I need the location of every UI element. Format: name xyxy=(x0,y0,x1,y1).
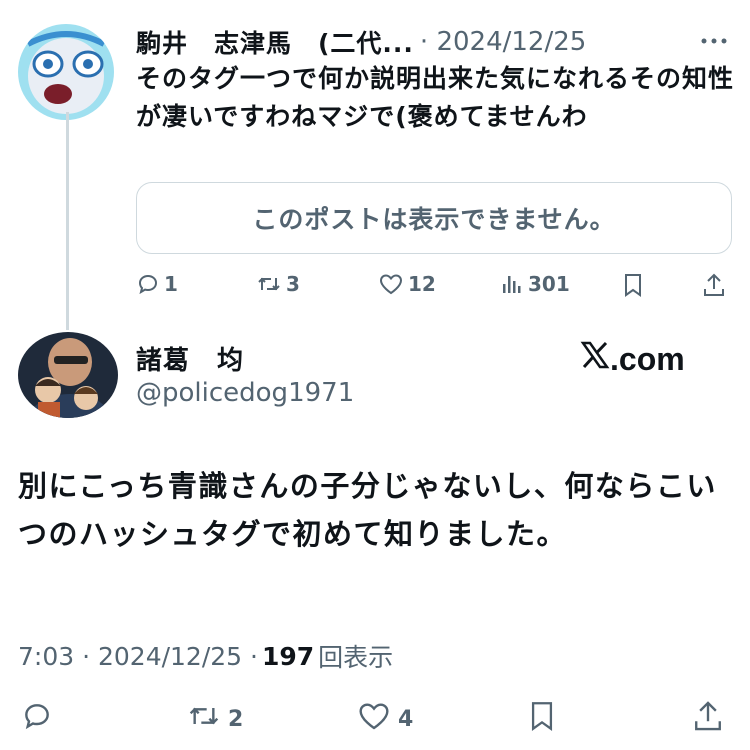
repost-count: 3 xyxy=(286,272,300,296)
main-views-label: 回表示 xyxy=(318,643,394,672)
more-icon[interactable] xyxy=(696,26,732,56)
bookmark-icon xyxy=(528,699,556,739)
main-author-name[interactable]: 諸葛 均 xyxy=(136,340,244,377)
like-icon xyxy=(356,700,392,738)
views-icon xyxy=(500,272,524,296)
reply-count: 1 xyxy=(164,272,178,296)
reply-date[interactable]: · 2024/12/25 xyxy=(420,27,586,57)
main-like-button[interactable]: 4 xyxy=(356,700,413,738)
share-icon xyxy=(702,272,726,298)
views-count: 301 xyxy=(528,272,570,296)
reply-author-name[interactable]: 駒井 志津馬 (二代... xyxy=(136,24,414,60)
views-button[interactable]: 301 xyxy=(500,272,570,296)
main-like-count: 4 xyxy=(398,706,414,732)
share-icon xyxy=(692,699,724,739)
repost-button[interactable]: 3 xyxy=(256,272,300,296)
bookmark-button[interactable] xyxy=(622,272,644,298)
main-bookmark-button[interactable] xyxy=(528,699,556,739)
reply-author-avatar[interactable] xyxy=(18,24,114,120)
bookmark-icon xyxy=(622,272,644,298)
main-views-count: 197 xyxy=(261,641,315,671)
reply-header: 駒井 志津馬 (二代... · 2024/12/25 xyxy=(136,22,736,62)
reply-icon xyxy=(136,272,160,296)
repost-icon xyxy=(186,700,222,738)
x-logo-icon xyxy=(580,340,610,378)
main-share-button[interactable] xyxy=(692,699,724,739)
main-tweet-meta: 7:03 · 2024/12/25 · 197 回表示 xyxy=(18,638,393,674)
main-tweet-time[interactable]: 7:03 · 2024/12/25 · xyxy=(18,642,258,671)
reply-button[interactable]: 1 xyxy=(136,272,178,296)
share-button[interactable] xyxy=(702,272,726,298)
main-repost-button[interactable]: 2 xyxy=(186,700,243,738)
main-reply-button[interactable] xyxy=(20,700,54,738)
repost-icon xyxy=(256,272,282,296)
reply-text: そのタグ一つで何か説明出来た気になれるその知性が凄いですわねマジで(褒めてません… xyxy=(136,64,735,131)
main-tweet-text: 別にこっち青識さんの子分じゃないし、何ならこいつのハッシュタグで初めて知りました… xyxy=(18,469,717,551)
quoted-post-unavailable: このポストは表示できません。 xyxy=(136,182,732,254)
reply-icon xyxy=(20,700,54,738)
main-repost-count: 2 xyxy=(228,706,244,732)
x-brand-watermark: .com xyxy=(580,340,685,378)
like-button[interactable]: 12 xyxy=(378,272,436,296)
like-count: 12 xyxy=(408,272,436,296)
brand-suffix: .com xyxy=(610,340,685,377)
main-author-handle[interactable]: @policedog1971 xyxy=(136,378,354,408)
thread-connector-line xyxy=(66,112,69,330)
main-author-avatar[interactable] xyxy=(18,332,118,418)
like-icon xyxy=(378,272,404,296)
